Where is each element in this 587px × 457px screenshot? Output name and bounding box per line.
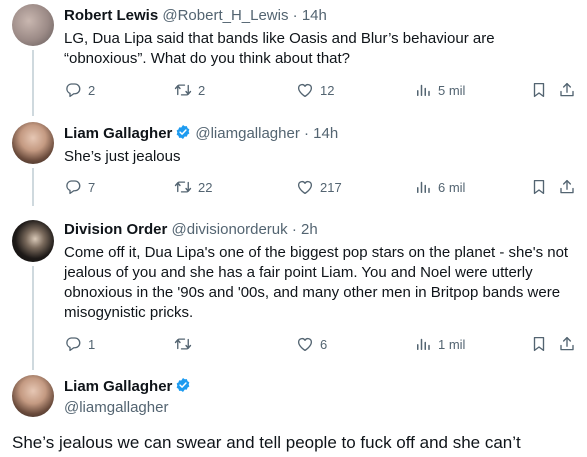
like-count: 12 <box>320 82 335 98</box>
avatar[interactable] <box>12 375 54 417</box>
author-name[interactable]: Liam Gallagher <box>64 125 172 142</box>
share-icon <box>558 81 576 99</box>
tweet-text: Come off it, Dua Lipa's one of the bigge… <box>64 244 569 321</box>
views-icon <box>414 335 432 353</box>
tweet-time[interactable]: · 2h <box>292 221 318 238</box>
bookmark-button[interactable] <box>530 177 548 197</box>
retweet-icon <box>174 335 192 353</box>
tweet-liam-gallagher-reply[interactable]: Liam Gallagher @liamgallagher · 14h She’s… <box>0 118 587 206</box>
retweet-count: 22 <box>198 179 213 195</box>
views-button[interactable]: 1 mil <box>414 334 465 354</box>
tweet-header: Robert Lewis @Robert_H_Lewis · 14h <box>64 6 327 26</box>
verified-badge-icon <box>175 124 191 140</box>
views-button[interactable]: 5 mil <box>414 80 465 100</box>
reply-icon <box>64 81 82 99</box>
like-icon <box>296 81 314 99</box>
reply-icon <box>64 335 82 353</box>
bookmark-icon <box>530 335 548 353</box>
author-handle[interactable]: @liamgallagher <box>64 399 168 416</box>
reply-button[interactable]: 7 <box>64 177 95 197</box>
retweet-icon <box>174 178 192 196</box>
reply-count: 2 <box>88 82 96 98</box>
retweet-button[interactable] <box>174 334 198 354</box>
author-handle[interactable]: @Robert_H_Lewis <box>162 7 288 24</box>
retweet-button[interactable]: 2 <box>174 80 205 100</box>
bookmark-icon <box>530 178 548 196</box>
thread-line <box>32 168 34 206</box>
like-count: 6 <box>320 336 328 352</box>
like-button[interactable]: 217 <box>296 177 342 197</box>
tweet-time[interactable]: · 14h <box>304 125 338 142</box>
like-icon <box>296 335 314 353</box>
author-handle[interactable]: @divisionorderuk <box>172 221 288 238</box>
share-button[interactable] <box>558 80 576 100</box>
reply-count: 7 <box>88 179 96 195</box>
thread-line <box>32 266 34 370</box>
tweet-text: She’s just jealous <box>64 148 181 165</box>
tweet-text: She’s jealous we can swear and tell peop… <box>12 433 521 452</box>
retweet-button[interactable]: 22 <box>174 177 212 197</box>
bookmark-button[interactable] <box>530 80 548 100</box>
reply-button[interactable]: 1 <box>64 334 95 354</box>
avatar[interactable] <box>12 220 54 262</box>
retweet-count: 2 <box>198 82 206 98</box>
tweet-robert-lewis[interactable]: Robert Lewis @Robert_H_Lewis · 14h LG, D… <box>0 0 587 118</box>
share-button[interactable] <box>558 334 576 354</box>
views-count: 5 mil <box>438 82 466 98</box>
tweet-header: Liam Gallagher @liamgallagher · 14h <box>64 124 338 144</box>
avatar[interactable] <box>12 4 54 46</box>
tweet-actions: 1 6 1 mil <box>64 334 576 354</box>
reply-count: 1 <box>88 336 96 352</box>
author-name[interactable]: Liam Gallagher <box>64 378 172 395</box>
like-count: 217 <box>320 179 342 195</box>
thread-line <box>32 50 34 116</box>
verified-badge-icon <box>175 377 191 393</box>
share-icon <box>558 335 576 353</box>
views-button[interactable]: 6 mil <box>414 177 465 197</box>
share-icon <box>558 178 576 196</box>
like-button[interactable]: 6 <box>296 334 327 354</box>
tweet-header: Liam Gallagher <box>64 377 195 397</box>
tweet-text: LG, Dua Lipa said that bands like Oasis … <box>64 30 495 67</box>
share-button[interactable] <box>558 177 576 197</box>
views-icon <box>414 178 432 196</box>
tweet-division-order[interactable]: Division Order @divisionorderuk · 2h Com… <box>0 214 587 370</box>
views-count: 1 mil <box>438 336 466 352</box>
bookmark-icon <box>530 81 548 99</box>
tweet-time[interactable]: · 14h <box>293 7 327 24</box>
like-button[interactable]: 12 <box>296 80 334 100</box>
tweet-actions: 2 2 12 5 mil <box>64 80 576 100</box>
bookmark-button[interactable] <box>530 334 548 354</box>
like-icon <box>296 178 314 196</box>
tweet-liam-gallagher-main[interactable]: Liam Gallagher @liamgallagher She’s jeal… <box>0 364 587 457</box>
views-count: 6 mil <box>438 179 466 195</box>
tweet-actions: 7 22 217 6 mil <box>64 177 576 197</box>
reply-icon <box>64 178 82 196</box>
avatar[interactable] <box>12 122 54 164</box>
retweet-icon <box>174 81 192 99</box>
author-name[interactable]: Division Order <box>64 221 167 238</box>
tweet-header: Division Order @divisionorderuk · 2h <box>64 220 318 240</box>
reply-button[interactable]: 2 <box>64 80 95 100</box>
views-icon <box>414 81 432 99</box>
author-name[interactable]: Robert Lewis <box>64 7 158 24</box>
author-handle[interactable]: @liamgallagher <box>195 125 299 142</box>
